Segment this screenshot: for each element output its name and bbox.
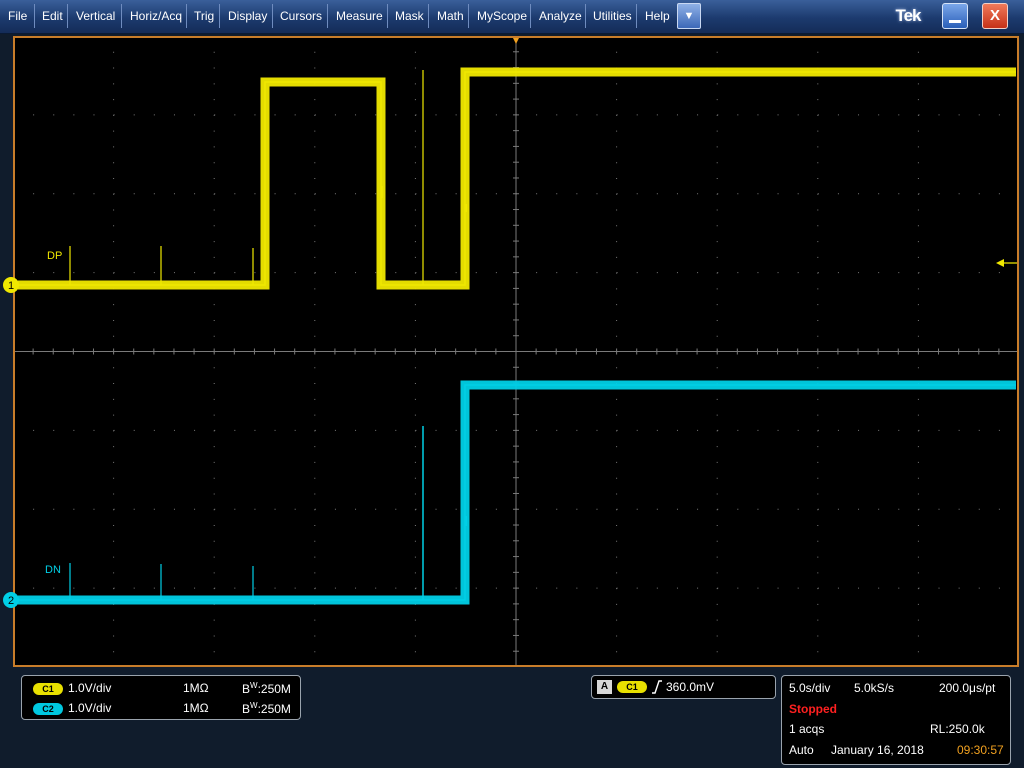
ch1-bw-prefix: B <box>242 682 251 696</box>
trigger-mode-letter: A <box>597 680 612 694</box>
ch2-badge[interactable]: C2 <box>33 703 63 715</box>
channel-settings-panel: C1 1.0V/div 1MΩ BW:250M C2 1.0V/div 1MΩ … <box>21 675 301 720</box>
acquisition-panel[interactable]: 5.0s/div 5.0kS/s 200.0μs/pt Stopped 1 ac… <box>781 675 1011 765</box>
ch2-bw-sub: W <box>250 701 258 710</box>
ch2-bw-value: :250M <box>257 702 291 716</box>
menu-analyze[interactable]: Analyze <box>539 0 582 32</box>
minimize-button[interactable] <box>942 3 968 29</box>
menu-separator <box>585 4 586 28</box>
ch2-bw-prefix: B <box>242 702 251 716</box>
ch1-impedance: 1MΩ <box>183 681 209 695</box>
menu-bar: File Edit Vertical Horiz/Acq Trig Displa… <box>0 0 1024 34</box>
menu-separator <box>428 4 429 28</box>
menu-measure[interactable]: Measure <box>336 0 383 32</box>
close-button[interactable]: X <box>982 3 1008 29</box>
menu-myscope[interactable]: MyScope <box>477 0 527 32</box>
menu-separator <box>530 4 531 28</box>
ch2-scale[interactable]: 1.0V/div <box>68 701 111 715</box>
ch2-impedance: 1MΩ <box>183 701 209 715</box>
ch1-ground-marker[interactable]: 1 <box>2 275 22 295</box>
menu-help[interactable]: Help <box>645 0 670 32</box>
menu-mask[interactable]: Mask <box>395 0 424 32</box>
chevron-down-icon: ▼ <box>683 10 695 22</box>
acquisition-time: 09:30:57 <box>957 743 1004 757</box>
close-icon: X <box>989 7 1000 24</box>
record-length: RL:250.0k <box>930 722 985 736</box>
menu-horiz-acq[interactable]: Horiz/Acq <box>130 0 182 32</box>
tek-logo: Tek <box>895 6 921 25</box>
trigger-settings-panel[interactable]: A C1 360.0mV <box>591 675 776 699</box>
trigger-source-badge: C1 <box>617 681 647 693</box>
menu-separator <box>67 4 68 28</box>
sample-rate: 5.0kS/s <box>854 681 895 695</box>
minimize-icon <box>949 20 961 23</box>
menu-edit[interactable]: Edit <box>42 0 63 32</box>
menu-dropdown-button[interactable]: ▼ <box>677 3 701 29</box>
ch2-marker-number: 2 <box>8 595 14 607</box>
time-per-div: 5.0s/div <box>789 681 831 695</box>
menu-separator <box>327 4 328 28</box>
menu-separator <box>121 4 122 28</box>
ch1-badge[interactable]: C1 <box>33 683 63 695</box>
ch1-bw-sub: W <box>250 681 258 690</box>
menu-display[interactable]: Display <box>228 0 267 32</box>
menu-math[interactable]: Math <box>437 0 464 32</box>
trigger-level: 360.0mV <box>666 680 715 694</box>
ch1-bw-value: :250M <box>257 682 291 696</box>
acquisition-date: January 16, 2018 <box>831 743 924 757</box>
trigger-mode: Auto <box>789 743 814 757</box>
rising-edge-icon <box>652 680 662 694</box>
time-per-point: 200.0μs/pt <box>939 681 996 695</box>
ch1-marker-number: 1 <box>8 280 14 292</box>
ch2-waveform-label: DN <box>45 564 61 576</box>
ch1-bandwidth: BW:250M <box>242 681 291 696</box>
menu-separator <box>186 4 187 28</box>
acquisition-count: 1 acqs <box>789 722 825 736</box>
ch2-bandwidth: BW:250M <box>242 701 291 716</box>
menu-separator <box>34 4 35 28</box>
menu-utilities[interactable]: Utilities <box>593 0 632 32</box>
ch1-scale[interactable]: 1.0V/div <box>68 681 111 695</box>
menu-separator <box>636 4 637 28</box>
menu-separator <box>272 4 273 28</box>
menu-vertical[interactable]: Vertical <box>76 0 115 32</box>
waveform-display[interactable]: DP DN <box>13 36 1019 667</box>
menu-file[interactable]: File <box>8 0 27 32</box>
menu-separator <box>387 4 388 28</box>
ch2-ground-marker[interactable]: 2 <box>2 590 22 610</box>
ch1-waveform-label: DP <box>47 250 62 262</box>
acquisition-state: Stopped <box>789 702 837 716</box>
menu-cursors[interactable]: Cursors <box>280 0 322 32</box>
menu-separator <box>219 4 220 28</box>
menu-trig[interactable]: Trig <box>194 0 214 32</box>
menu-separator <box>468 4 469 28</box>
